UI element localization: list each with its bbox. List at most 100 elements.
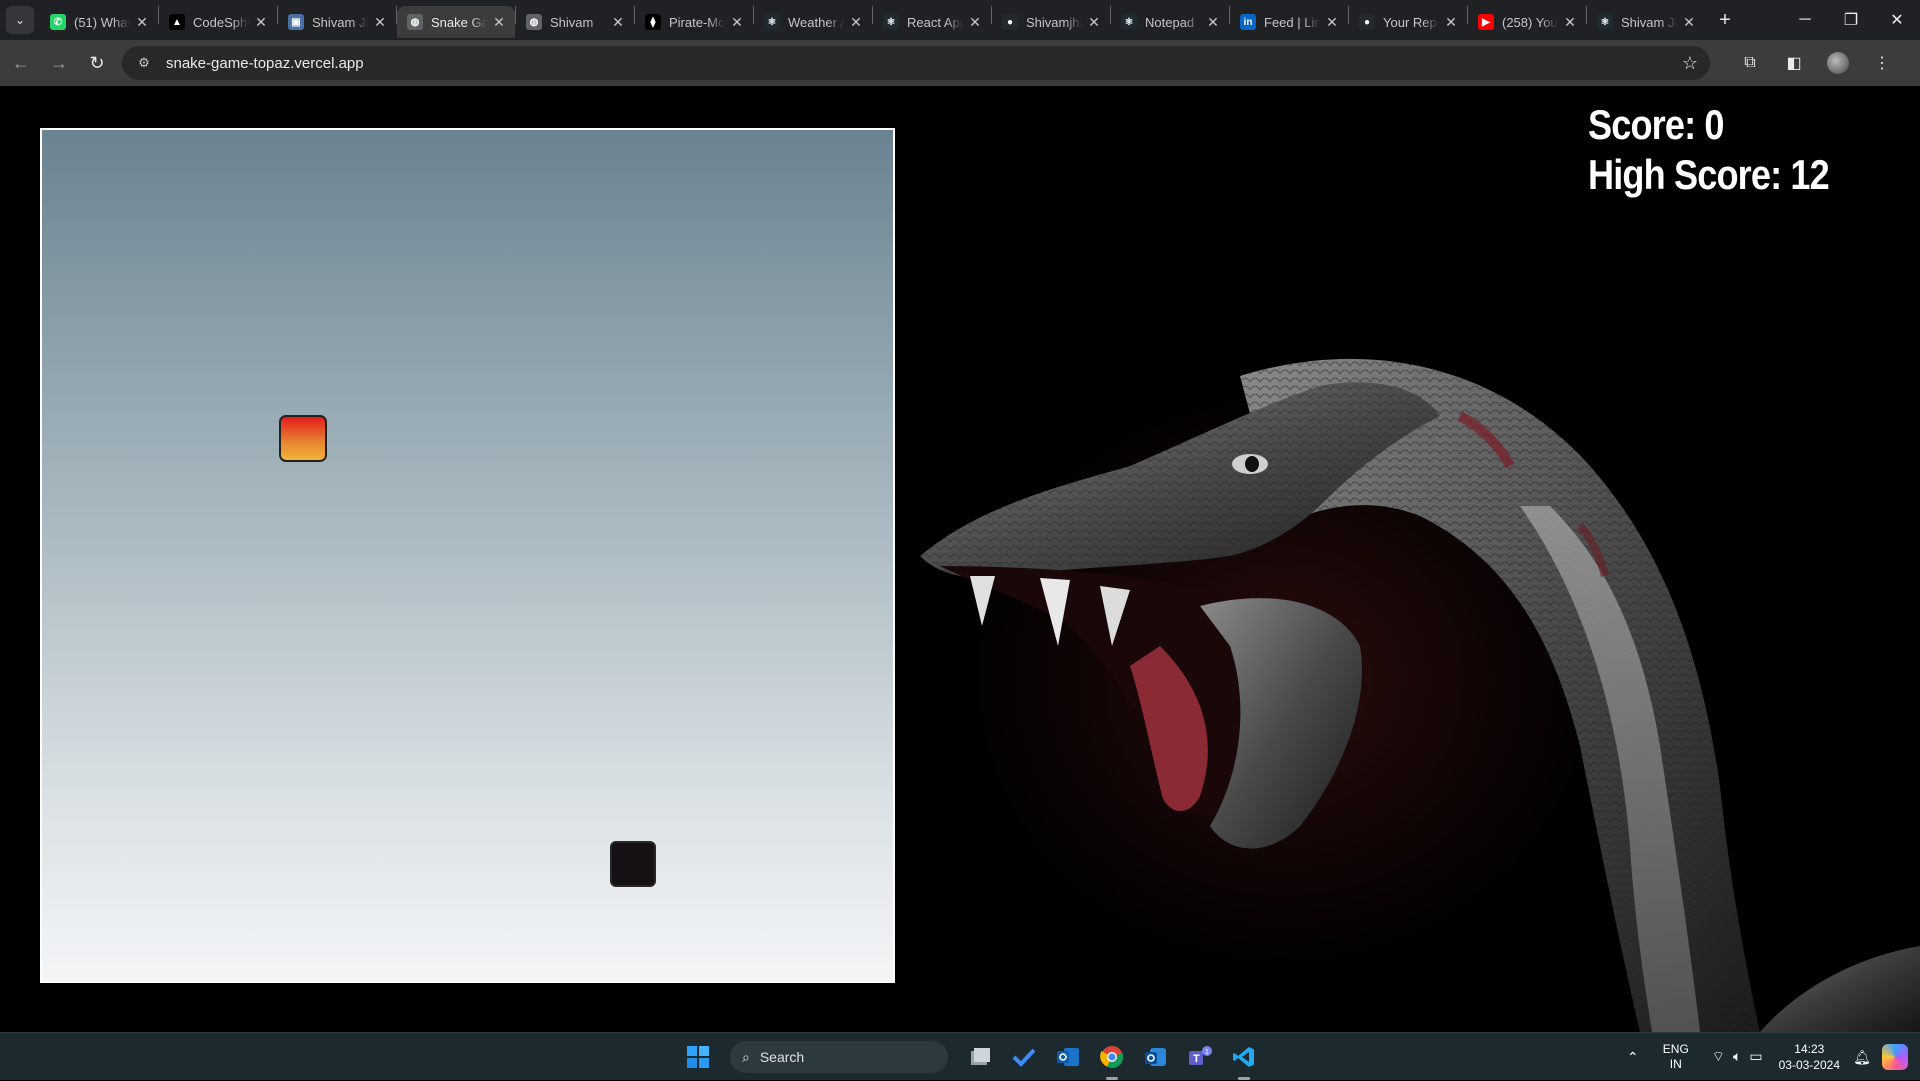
clock[interactable]: 14:23 03-03-2024 bbox=[1779, 1041, 1840, 1073]
search-icon: ⌕ bbox=[742, 1048, 750, 1065]
task-view-button[interactable] bbox=[962, 1039, 998, 1075]
close-tab-icon[interactable]: ✕ bbox=[372, 14, 388, 31]
browser-tab[interactable]: ⧫ Pirate-Mode✕ bbox=[635, 6, 753, 38]
language-code: ENG bbox=[1662, 1042, 1689, 1056]
pirate-icon: ⧫ bbox=[645, 14, 661, 30]
todo-app[interactable] bbox=[1006, 1039, 1042, 1075]
new-outlook-app[interactable] bbox=[1138, 1039, 1174, 1075]
vscode-app[interactable] bbox=[1226, 1039, 1262, 1080]
close-tab-icon[interactable]: ✕ bbox=[848, 14, 864, 31]
bell-icon: 🔔︎ bbox=[1853, 1048, 1871, 1065]
windows-taskbar: ⌕ Search T1 ⌃ ENG IN ⌔ 🔈︎ ▭ 14:23 03-03-… bbox=[0, 1032, 1920, 1080]
food-block bbox=[279, 415, 327, 462]
close-tab-icon[interactable]: ✕ bbox=[1681, 14, 1697, 31]
side-panel-button[interactable]: ◧ bbox=[1776, 46, 1812, 80]
close-tab-icon[interactable]: ✕ bbox=[1205, 14, 1221, 31]
more-vert-icon: ⋮ bbox=[1874, 55, 1890, 72]
close-icon: ✕ bbox=[1890, 12, 1904, 29]
browser-tab[interactable]: ⚛ Weather App✕ bbox=[754, 6, 872, 38]
close-tab-icon[interactable]: ✕ bbox=[1443, 14, 1459, 31]
restore-icon: ❐ bbox=[1843, 12, 1859, 29]
browser-tab[interactable]: ● Shivamjha ✕ bbox=[992, 6, 1110, 38]
globe-icon: ◍ bbox=[407, 14, 423, 30]
teams-app[interactable]: T1 bbox=[1182, 1039, 1218, 1075]
arrow-left-icon: ← bbox=[12, 52, 30, 73]
restore-button[interactable]: ❐ bbox=[1828, 0, 1874, 40]
chevron-down-icon: ⌄ bbox=[14, 13, 26, 27]
close-tab-icon[interactable]: ✕ bbox=[967, 14, 983, 31]
tab-strip: ⌄ ✆(51) WhatsApp✕▲CodeSphere✕▣Shivam Jha… bbox=[0, 0, 1920, 40]
clock-date: 03-03-2024 bbox=[1778, 1058, 1840, 1072]
site-info-icon[interactable]: ⚙ bbox=[134, 53, 154, 73]
tab-title: Weather App bbox=[788, 14, 844, 30]
svg-text:1: 1 bbox=[1205, 1049, 1209, 1056]
profile-avatar[interactable] bbox=[1827, 52, 1849, 74]
tab-search-button[interactable]: ⌄ bbox=[6, 6, 34, 34]
close-tab-icon[interactable]: ✕ bbox=[1324, 14, 1340, 31]
browser-tab[interactable]: in Feed | LinkedIn✕ bbox=[1230, 6, 1348, 38]
snake-head bbox=[610, 841, 656, 887]
browser-tab[interactable]: ⚛ Shivam Jha✕ bbox=[1587, 6, 1705, 38]
tab-title: CodeSphere bbox=[193, 14, 249, 30]
forward-button[interactable]: → bbox=[42, 46, 76, 80]
new-tab-button[interactable]: + bbox=[1711, 6, 1739, 34]
game-board[interactable] bbox=[40, 128, 895, 983]
svg-text:T: T bbox=[1193, 1053, 1200, 1065]
outlook-icon bbox=[1057, 1048, 1079, 1066]
close-tab-icon[interactable]: ✕ bbox=[491, 14, 507, 31]
portfolio-icon: ▣ bbox=[288, 14, 304, 30]
browser-tab[interactable]: ▲ CodeSphere✕ bbox=[159, 6, 277, 38]
notifications-button[interactable]: 🔔︎ bbox=[1848, 1049, 1876, 1066]
url-text[interactable]: snake-game-topaz.vercel.app bbox=[166, 55, 1682, 72]
globe-icon: ◍ bbox=[526, 14, 542, 30]
browser-tab[interactable]: ◍ Snake Game✕ bbox=[397, 6, 515, 38]
linkedin-icon: in bbox=[1240, 14, 1256, 30]
close-tab-icon[interactable]: ✕ bbox=[134, 14, 150, 31]
browser-tab[interactable]: ✆ (51) WhatsApp✕ bbox=[40, 6, 158, 38]
close-tab-icon[interactable]: ✕ bbox=[1562, 14, 1578, 31]
browser-tab[interactable]: ⚛ Notepad ✕ bbox=[1111, 6, 1229, 38]
outlook-app[interactable] bbox=[1050, 1039, 1086, 1075]
react-icon: ⚛ bbox=[1597, 14, 1613, 30]
search-label: Search bbox=[759, 1049, 805, 1065]
address-bar[interactable]: ⚙ snake-game-topaz.vercel.app ☆ bbox=[122, 46, 1710, 80]
close-tab-icon[interactable]: ✕ bbox=[1086, 14, 1102, 31]
extensions-button[interactable]: ⧉ bbox=[1732, 46, 1768, 80]
language-indicator[interactable]: ENG IN bbox=[1654, 1042, 1698, 1072]
minimize-button[interactable]: ─ bbox=[1782, 0, 1828, 40]
show-hidden-icons-button[interactable]: ⌃ bbox=[1618, 1049, 1648, 1066]
page-content: Score: 0 High Score: 12 bbox=[0, 86, 1920, 1032]
browser-tab[interactable]: ▶ (258) YouTube✕ bbox=[1468, 6, 1586, 38]
browser-tab[interactable]: ◍ Shivam ✕ bbox=[516, 6, 634, 38]
new-outlook-icon bbox=[1145, 1048, 1166, 1066]
chevron-up-icon: ⌃ bbox=[1626, 1048, 1639, 1065]
browser-tab[interactable]: ⚛ React App ✕ bbox=[873, 6, 991, 38]
close-window-button[interactable]: ✕ bbox=[1874, 0, 1920, 40]
bookmark-star-icon[interactable]: ☆ bbox=[1682, 53, 1698, 74]
tab-title: Shivamjha bbox=[1026, 14, 1082, 30]
region-code: IN bbox=[1669, 1057, 1682, 1071]
quick-settings[interactable]: ⌔ 🔈︎ ▭ bbox=[1712, 1048, 1763, 1066]
chrome-app[interactable] bbox=[1094, 1039, 1130, 1080]
copilot-icon[interactable] bbox=[1882, 1044, 1908, 1070]
browser-tab[interactable]: ▣ Shivam Jha✕ bbox=[278, 6, 396, 38]
start-button[interactable] bbox=[680, 1039, 716, 1075]
plus-icon: + bbox=[1719, 8, 1731, 31]
back-button[interactable]: ← bbox=[4, 46, 38, 80]
menu-button[interactable]: ⋮ bbox=[1864, 46, 1900, 80]
reload-button[interactable]: ↻ bbox=[80, 46, 114, 80]
github-icon: ● bbox=[1002, 14, 1018, 30]
browser-toolbar: ← → ↻ ⚙ snake-game-topaz.vercel.app ☆ ⧉ … bbox=[0, 40, 1920, 86]
browser-tab[interactable]: ● Your Repositories✕ bbox=[1349, 6, 1467, 38]
system-tray: ⌃ ENG IN ⌔ 🔈︎ ▭ 14:23 03-03-2024 🔔︎ bbox=[1618, 1033, 1920, 1081]
close-tab-icon[interactable]: ✕ bbox=[729, 14, 745, 31]
score-text: Score: 0 bbox=[1588, 101, 1725, 148]
task-view-icon bbox=[971, 1048, 990, 1065]
reload-icon: ↻ bbox=[89, 52, 105, 73]
close-tab-icon[interactable]: ✕ bbox=[610, 14, 626, 31]
react-icon: ⚛ bbox=[1121, 14, 1137, 30]
minimize-icon: ─ bbox=[1799, 11, 1811, 28]
tab-title: Shivam bbox=[550, 14, 594, 30]
close-tab-icon[interactable]: ✕ bbox=[253, 14, 269, 31]
taskbar-search[interactable]: ⌕ Search bbox=[730, 1041, 948, 1073]
